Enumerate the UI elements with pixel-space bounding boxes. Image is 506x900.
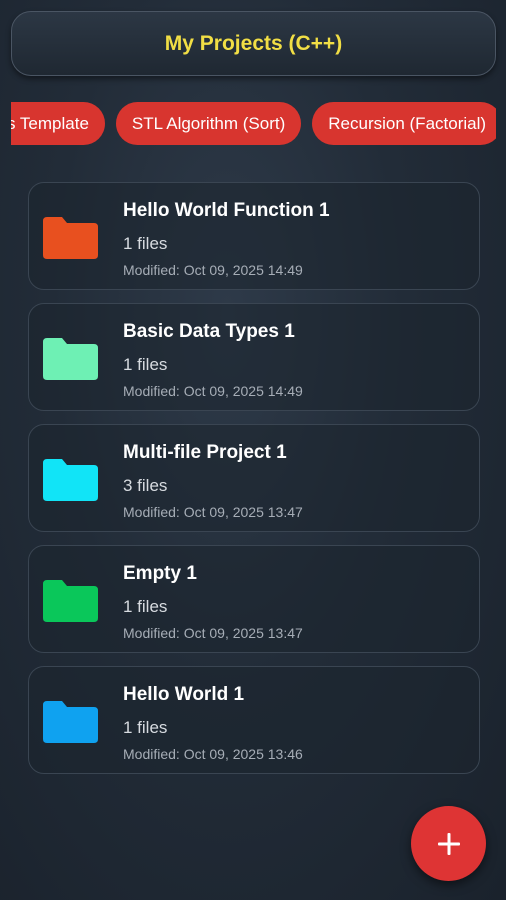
project-name: Hello World 1 <box>123 684 245 705</box>
folder-icon <box>43 215 98 259</box>
project-name: Hello World Function 1 <box>123 200 330 221</box>
project-name: Empty 1 <box>123 563 197 584</box>
project-name: Basic Data Types 1 <box>123 321 295 342</box>
project-file-count: 3 files <box>123 476 168 495</box>
project-modified-date: Modified: Oct 09, 2025 14:49 <box>123 262 303 278</box>
add-project-button[interactable] <box>411 806 486 881</box>
project-list: Hello World Function 1 1 files Modified:… <box>28 182 480 774</box>
project-modified-date: Modified: Oct 09, 2025 13:46 <box>123 746 303 762</box>
chip-label: STL Algorithm (Sort) <box>131 113 286 133</box>
project-file-count: 1 files <box>123 234 168 253</box>
project-card[interactable]: Multi-file Project 1 3 files Modified: O… <box>28 424 480 532</box>
folder-icon <box>43 336 98 380</box>
folder-icon <box>43 457 98 501</box>
template-chip-row[interactable]: Class Template STL Algorithm (Sort) Recu… <box>11 102 496 147</box>
project-name: Multi-file Project 1 <box>123 442 287 463</box>
chip-recursion[interactable]: Recursion (Factorial) <box>312 102 496 145</box>
project-card[interactable]: Basic Data Types 1 1 files Modified: Oct… <box>28 303 480 411</box>
chip-label: Recursion (Factorial) <box>328 113 487 133</box>
project-modified-date: Modified: Oct 09, 2025 13:47 <box>123 504 303 520</box>
folder-icon <box>43 578 98 622</box>
project-modified-date: Modified: Oct 09, 2025 13:47 <box>123 625 303 641</box>
project-modified-date: Modified: Oct 09, 2025 14:49 <box>123 383 303 399</box>
project-card[interactable]: Hello World Function 1 1 files Modified:… <box>28 182 480 290</box>
chip-class-template[interactable]: Class Template <box>11 102 105 145</box>
project-file-count: 1 files <box>123 355 168 374</box>
chip-label: Class Template <box>11 113 89 133</box>
project-card[interactable]: Empty 1 1 files Modified: Oct 09, 2025 1… <box>28 545 480 653</box>
plus-icon <box>437 832 460 855</box>
folder-icon <box>43 699 98 743</box>
project-card[interactable]: Hello World 1 1 files Modified: Oct 09, … <box>28 666 480 774</box>
project-file-count: 1 files <box>123 718 168 737</box>
project-file-count: 1 files <box>123 597 168 616</box>
app-header: My Projects (C++) <box>11 11 496 76</box>
chip-stl-algorithm[interactable]: STL Algorithm (Sort) <box>115 102 302 145</box>
page-title: My Projects (C++) <box>164 31 343 55</box>
